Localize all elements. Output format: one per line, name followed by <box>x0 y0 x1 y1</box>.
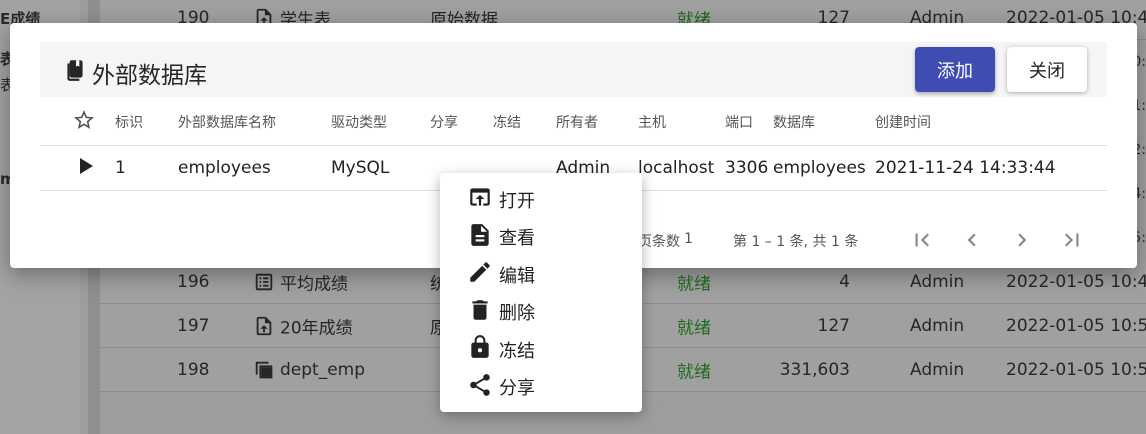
column-header-database[interactable]: 数据库 <box>773 112 815 132</box>
status-label: 就绪 <box>677 362 711 382</box>
row-time: 2022-01-05 10:51: <box>1006 315 1146 336</box>
row-id: 198 <box>177 359 210 380</box>
document-icon <box>467 222 499 253</box>
row-context-menu: 打开 查看 编辑 删除 冻结 分享 <box>440 173 642 412</box>
expand-arrow-icon[interactable] <box>78 155 96 177</box>
column-header-driver[interactable]: 驱动类型 <box>331 112 387 132</box>
rows-per-page-select[interactable]: 1 <box>684 231 693 247</box>
menu-item-view[interactable]: 查看 <box>440 219 642 257</box>
first-page-icon[interactable] <box>909 227 935 253</box>
menu-item-label: 查看 <box>499 228 535 250</box>
row-name: 20年成绩 <box>280 318 353 338</box>
row-name: employees <box>178 158 271 178</box>
row-name: 平均成绩 <box>280 274 348 294</box>
menu-item-delete[interactable]: 删除 <box>440 294 642 332</box>
row-time: 2022-01-05 10:52: <box>1006 359 1146 380</box>
row-time: 2022-01-05 10:46: <box>1006 271 1146 292</box>
column-header-share[interactable]: 分享 <box>430 112 458 132</box>
add-button[interactable]: 添加 <box>915 47 995 92</box>
lock-icon <box>467 334 499 365</box>
menu-item-label: 分享 <box>499 378 535 400</box>
rows-per-page-label: 页条数 <box>638 234 680 250</box>
trash-icon <box>467 297 499 328</box>
status-label: 就绪 <box>677 274 711 294</box>
open-in-icon <box>467 184 499 215</box>
column-header-frozen[interactable]: 冻结 <box>493 112 521 132</box>
row-driver: MySQL <box>331 158 390 178</box>
share-icon <box>467 372 499 403</box>
previous-page-icon[interactable] <box>959 227 985 253</box>
column-header-owner[interactable]: 所有者 <box>556 112 598 132</box>
menu-item-label: 删除 <box>499 303 535 325</box>
menu-item-label: 冻结 <box>499 340 535 362</box>
column-header-created[interactable]: 创建时间 <box>875 112 931 132</box>
row-count: 4 <box>839 271 850 292</box>
row-host: localhost <box>638 158 715 178</box>
row-created: 2021-11-24 14:33:44 <box>875 158 1056 178</box>
column-header-name[interactable]: 外部数据库名称 <box>178 112 276 132</box>
menu-item-freeze[interactable]: 冻结 <box>440 331 642 369</box>
menu-item-label: 打开 <box>499 190 535 212</box>
menu-item-label: 编辑 <box>499 265 535 287</box>
column-header-port[interactable]: 端口 <box>725 112 753 132</box>
pager-range: 第 1 – 1 条, 共 1 条 <box>733 234 859 250</box>
dialog-title-text: 外部数据库 <box>92 63 207 89</box>
row-database: employees <box>773 158 866 178</box>
row-name: dept_emp <box>280 359 366 380</box>
row-port: 3306 <box>725 158 769 178</box>
menu-item-edit[interactable]: 编辑 <box>440 256 642 294</box>
row-owner: Admin <box>910 271 965 292</box>
menu-item-share[interactable]: 分享 <box>440 369 642 407</box>
last-page-icon[interactable] <box>1059 227 1085 253</box>
row-id: 1 <box>115 158 126 178</box>
database-book-icon <box>62 57 88 89</box>
row-id: 196 <box>177 271 210 292</box>
column-header-host[interactable]: 主机 <box>638 112 666 132</box>
row-owner: Admin <box>910 315 965 336</box>
header-divider <box>40 145 1107 146</box>
upload-file-icon <box>253 315 275 337</box>
close-button[interactable]: 关闭 <box>1007 47 1087 92</box>
column-header-id[interactable]: 标识 <box>115 112 143 132</box>
row-id: 197 <box>177 315 210 336</box>
star-icon[interactable] <box>72 108 96 132</box>
menu-item-open[interactable]: 打开 <box>440 181 642 219</box>
row-count: 331,603 <box>779 359 850 380</box>
list-icon <box>253 271 275 293</box>
row-owner: Admin <box>910 359 965 380</box>
next-page-icon[interactable] <box>1009 227 1035 253</box>
dialog-header: 外部数据库 添加 关闭 <box>40 42 1107 97</box>
dialog-title: 外部数据库 <box>62 56 207 90</box>
copy-icon <box>253 359 275 381</box>
row-count: 127 <box>817 315 850 336</box>
status-label: 就绪 <box>677 318 711 338</box>
pencil-icon <box>467 259 499 290</box>
